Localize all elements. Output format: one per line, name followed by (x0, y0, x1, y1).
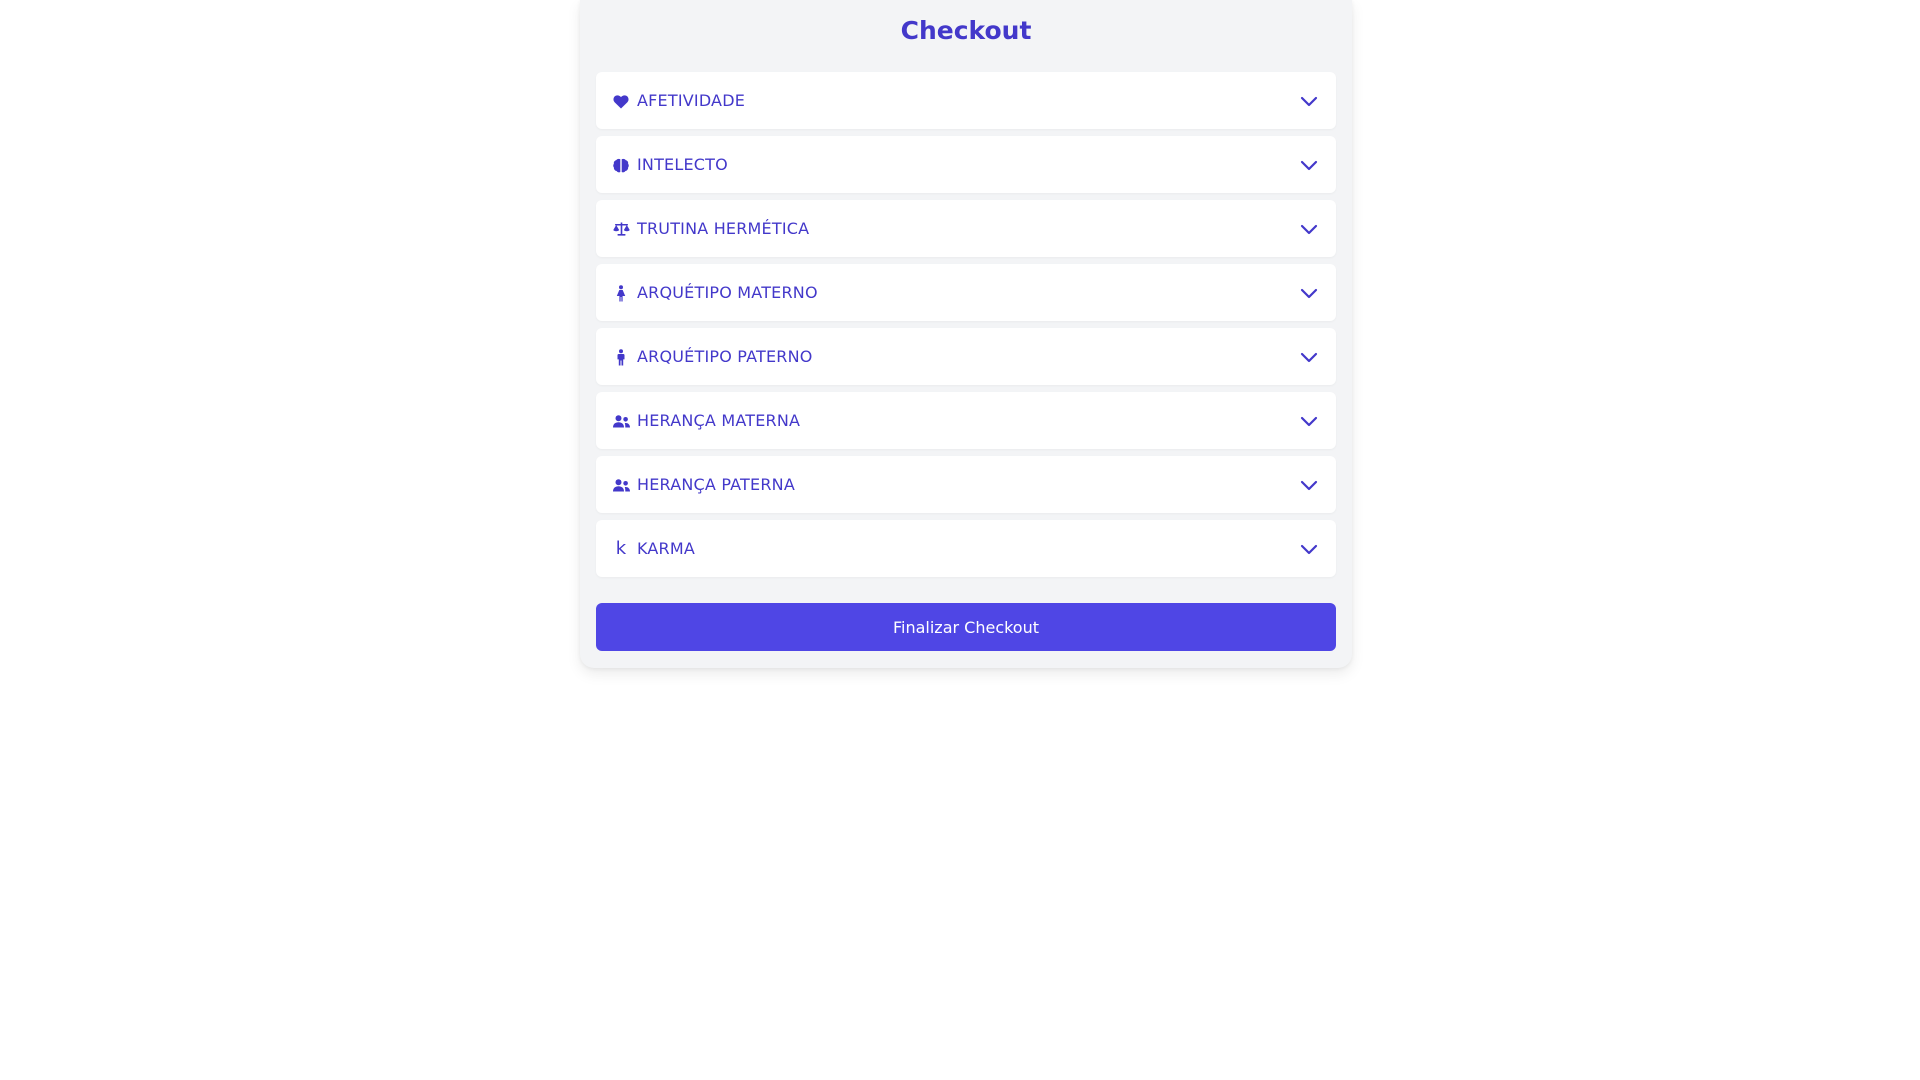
finalize-checkout-button[interactable]: Finalizar Checkout (596, 603, 1336, 651)
chevron-down-icon (1298, 218, 1320, 240)
section-intelecto[interactable]: INTELECTO (596, 136, 1336, 193)
section-karma[interactable]: k KARMA (596, 520, 1336, 577)
person-dress-icon (612, 284, 630, 302)
chevron-down-icon (1298, 538, 1320, 560)
section-heranca-paterna[interactable]: HERANÇA PATERNA (596, 456, 1336, 513)
user-group-icon (612, 412, 630, 430)
chevron-down-icon (1298, 282, 1320, 304)
section-heranca-materna[interactable]: HERANÇA MATERNA (596, 392, 1336, 449)
user-group-icon (612, 476, 630, 494)
checkout-card: Checkout AFETIVIDADE INTELECTO TRUTINA H… (580, 0, 1352, 668)
chevron-down-icon (1298, 346, 1320, 368)
section-label: HERANÇA PATERNA (637, 475, 795, 494)
scale-balanced-icon (612, 220, 630, 238)
person-icon (612, 348, 630, 366)
heart-icon (612, 92, 630, 110)
section-afetividade[interactable]: AFETIVIDADE (596, 72, 1336, 129)
section-label: AFETIVIDADE (637, 91, 746, 110)
k-icon: k (612, 540, 630, 558)
chevron-down-icon (1298, 410, 1320, 432)
chevron-down-icon (1298, 154, 1320, 176)
page-title: Checkout (900, 16, 1032, 45)
section-label: TRUTINA HERMÉTICA (637, 219, 810, 238)
section-label: ARQUÉTIPO MATERNO (637, 283, 818, 302)
section-arquetipo-paterno[interactable]: ARQUÉTIPO PATERNO (596, 328, 1336, 385)
brain-icon (612, 156, 630, 174)
section-trutina-hermetica[interactable]: TRUTINA HERMÉTICA (596, 200, 1336, 257)
section-arquetipo-materno[interactable]: ARQUÉTIPO MATERNO (596, 264, 1336, 321)
section-label: ARQUÉTIPO PATERNO (637, 347, 813, 366)
section-label: INTELECTO (637, 155, 728, 174)
section-label: KARMA (637, 539, 696, 558)
chevron-down-icon (1298, 474, 1320, 496)
k-icon-glyph: k (615, 538, 627, 559)
section-label: HERANÇA MATERNA (637, 411, 801, 430)
chevron-down-icon (1298, 90, 1320, 112)
